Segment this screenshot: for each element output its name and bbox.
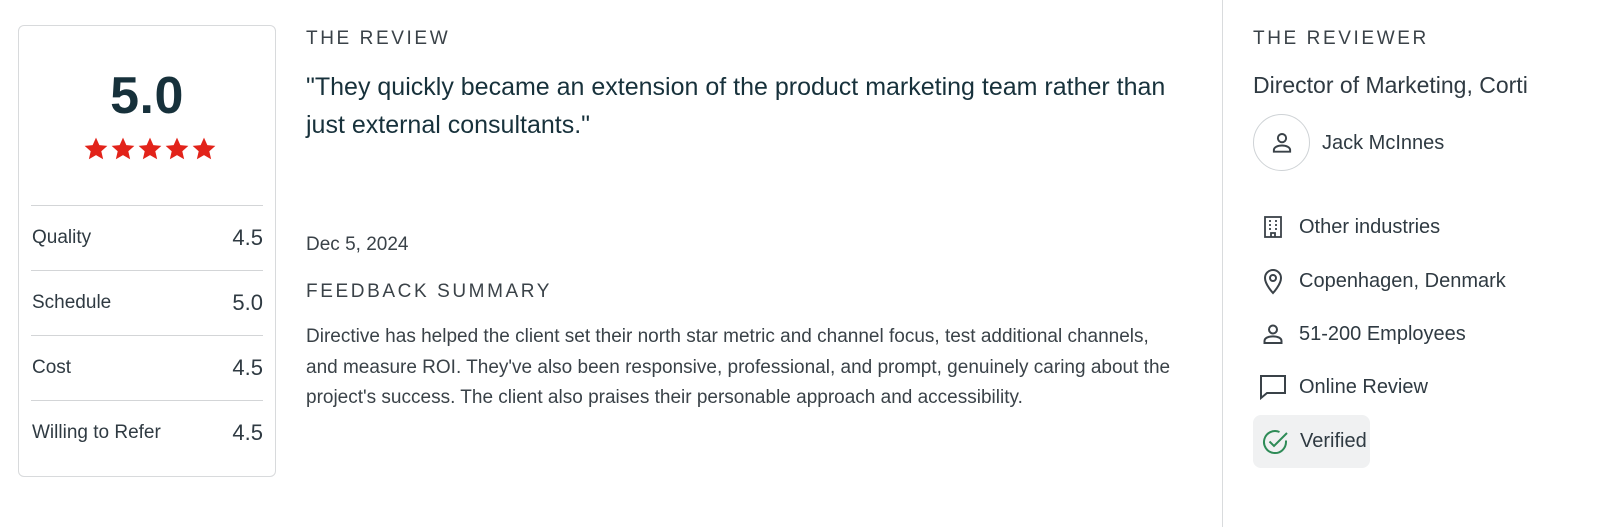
score-row-schedule: Schedule 5.0	[31, 270, 263, 335]
review-quote: "They quickly became an extension of the…	[306, 73, 1166, 139]
star-icon	[137, 136, 163, 162]
review-section-label: THE REVIEW	[306, 28, 451, 49]
feedback-summary-label: FEEDBACK SUMMARY	[306, 281, 553, 302]
verified-text: Verified	[1300, 430, 1367, 452]
person-icon	[1272, 132, 1291, 153]
score-value: 4.5	[232, 420, 263, 445]
score-row-cost: Cost 4.5	[31, 335, 263, 400]
review-type-text: Online Review	[1299, 375, 1428, 398]
industry-text: Other industries	[1299, 215, 1441, 238]
star-icon	[83, 136, 109, 162]
score-label: Cost	[32, 357, 72, 378]
score-breakdown: Quality 4.5 Schedule 5.0 Cost 4.5 Willin…	[31, 205, 263, 465]
score-label: Willing to Refer	[32, 422, 161, 443]
score-value: 5.0	[232, 290, 263, 315]
star-icon	[191, 136, 217, 162]
review-date: Dec 5, 2024	[306, 234, 409, 255]
star-icon	[164, 136, 190, 162]
feedback-summary-text: Directive has helped the client set thei…	[306, 326, 1171, 408]
verified-badge: Verified	[1253, 415, 1370, 468]
check-circle-icon	[1258, 425, 1292, 459]
person-icon	[1256, 317, 1290, 351]
score-row-willing-to-refer: Willing to Refer 4.5	[31, 400, 263, 465]
rating-card: 5.0 Quality 4.5 Schedule 5.0 Cost 4.5 Wi…	[18, 25, 276, 477]
reviewer-name: Jack McInnes	[1322, 132, 1445, 154]
reviewer-section-label: THE REVIEWER	[1253, 28, 1429, 49]
score-label: Schedule	[32, 292, 112, 313]
score-value: 4.5	[232, 355, 263, 380]
reviewer-location: Copenhagen, Denmark	[1256, 263, 1506, 299]
star-icon	[110, 136, 136, 162]
reviewer-review-type: Online Review	[1256, 369, 1428, 405]
company-size-text: 51-200 Employees	[1299, 322, 1466, 345]
star-rating	[83, 136, 217, 162]
reviewer-industry: Other industries	[1256, 209, 1440, 245]
location-pin-icon	[1256, 264, 1290, 298]
column-divider	[1222, 0, 1223, 527]
reviewer-role: Director of Marketing, Corti	[1253, 72, 1528, 98]
location-text: Copenhagen, Denmark	[1299, 269, 1506, 292]
score-label: Quality	[32, 227, 92, 248]
score-value: 4.5	[232, 225, 263, 250]
building-icon	[1256, 210, 1290, 244]
avatar	[1253, 114, 1310, 171]
reviewer-company-size: 51-200 Employees	[1256, 316, 1466, 352]
score-row-quality: Quality 4.5	[31, 205, 263, 270]
overall-score: 5.0	[110, 67, 184, 125]
chat-bubble-icon	[1256, 370, 1290, 404]
